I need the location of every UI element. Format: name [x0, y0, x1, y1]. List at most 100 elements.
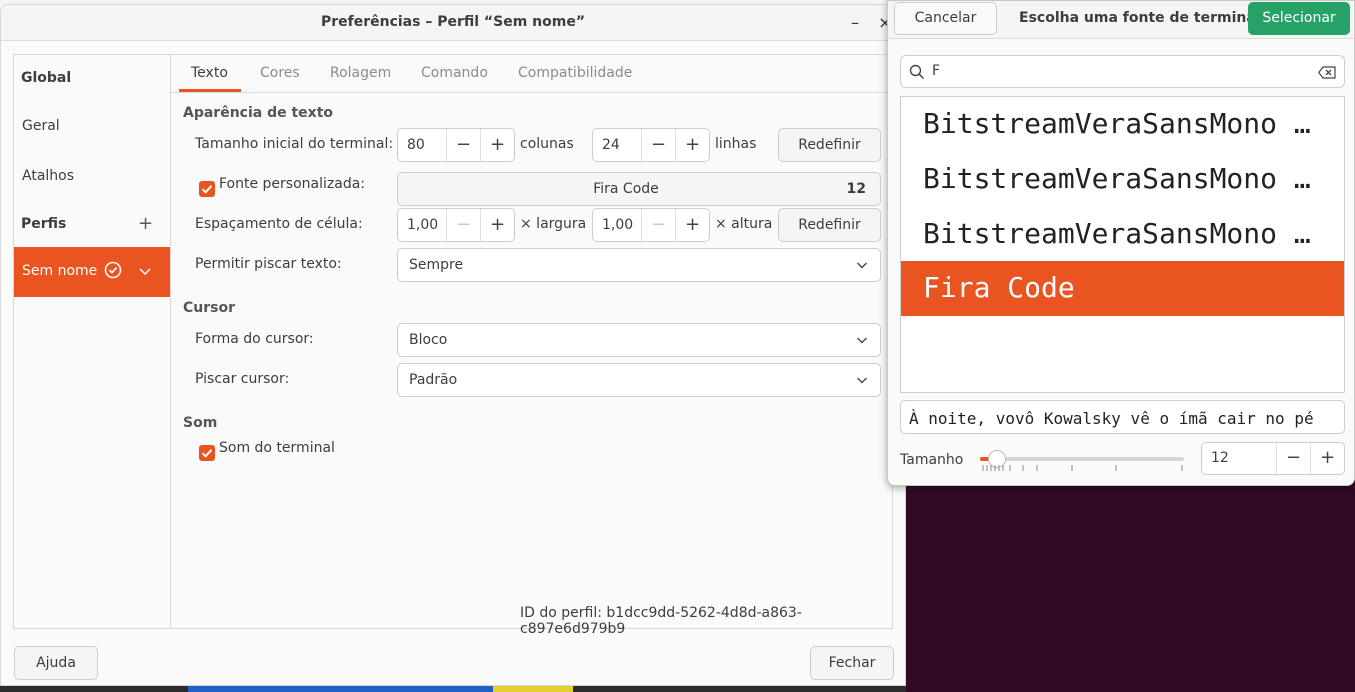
font-list-item-name: BitstreamVeraSansMono …: [923, 217, 1311, 250]
cursor-blink-value: Padrão: [409, 372, 458, 388]
font-list: BitstreamVeraSansMono … BitstreamVeraSan…: [900, 96, 1345, 393]
sidebar-item-shortcuts[interactable]: Atalhos: [22, 168, 74, 184]
dialog-header: Cancelar Escolha uma fonte de terminal S…: [888, 1, 1354, 39]
font-list-item-name: BitstreamVeraSansMono …: [923, 107, 1311, 140]
font-preview-field[interactable]: À noite, vovô Kowalsky vê o ímã cair no …: [900, 400, 1345, 434]
reset-spacing-button[interactable]: Redefinir: [778, 208, 881, 242]
cell-height-decrement-button[interactable]: −: [641, 209, 675, 241]
terminal-bell-label: Som do terminal: [219, 440, 335, 456]
tab-compatibility[interactable]: Compatibilidade: [518, 65, 632, 81]
font-list-item-name: Fira Code: [923, 271, 1075, 304]
tab-scrolling[interactable]: Rolagem: [330, 65, 391, 81]
custom-font-label: Fonte personalizada:: [219, 176, 366, 192]
cursor-shape-dropdown[interactable]: Bloco: [397, 323, 881, 357]
rows-decrement-button[interactable]: −: [641, 129, 675, 161]
columns-unit: colunas: [520, 136, 574, 152]
search-input[interactable]: F: [932, 63, 940, 79]
cursor-blink-dropdown[interactable]: Padrão: [397, 363, 881, 397]
font-chooser-button[interactable]: Fira Code 12: [397, 172, 881, 206]
size-slider-trough: [980, 457, 1184, 461]
profile-id-label: ID do perfil:: [520, 605, 602, 621]
sound-header: Som: [183, 415, 218, 431]
rows-increment-button[interactable]: +: [675, 129, 709, 161]
initial-size-label: Tamanho inicial do terminal:: [195, 136, 394, 152]
blink-text-value: Sempre: [409, 257, 464, 273]
cell-height-unit: × altura: [715, 216, 773, 232]
columns-decrement-button[interactable]: −: [446, 129, 480, 161]
size-value[interactable]: 12: [1211, 450, 1229, 466]
cell-width-spinner[interactable]: 1,00 − +: [397, 208, 515, 242]
select-button[interactable]: Selecionar: [1248, 2, 1350, 35]
cell-width-unit: × largura: [520, 216, 587, 232]
blink-text-dropdown[interactable]: Sempre: [397, 248, 881, 282]
preferences-window: Preferências – Perfil “Sem nome” – × Glo…: [0, 4, 906, 686]
size-slider-ticks: [982, 465, 1183, 471]
font-list-item[interactable]: BitstreamVeraSansMono …: [901, 207, 1344, 262]
font-list-item-selected[interactable]: Fira Code: [901, 261, 1344, 316]
font-size: 12: [846, 181, 866, 197]
desktop-background: [906, 480, 1355, 692]
columns-value[interactable]: 80: [407, 137, 425, 153]
font-preview-text[interactable]: À noite, vovô Kowalsky vê o ímã cair no …: [909, 409, 1314, 428]
default-check-icon: [104, 261, 122, 279]
cancel-button[interactable]: Cancelar: [894, 2, 997, 35]
titlebar: Preferências – Perfil “Sem nome” – ×: [1, 5, 905, 41]
blink-text-label: Permitir piscar texto:: [195, 256, 342, 272]
size-slider[interactable]: [980, 449, 1184, 475]
size-decrement-button[interactable]: −: [1276, 443, 1310, 474]
cell-spacing-label: Espaçamento de célula:: [195, 216, 363, 232]
custom-font-checkbox[interactable]: [199, 181, 215, 197]
font-list-item[interactable]: BitstreamVeraSansMono …: [901, 152, 1344, 207]
minimize-button[interactable]: –: [843, 11, 867, 35]
close-window-button[interactable]: Fechar: [810, 646, 894, 680]
clear-search-icon[interactable]: [1318, 66, 1336, 79]
cell-width-increment-button[interactable]: +: [480, 209, 514, 241]
cell-width-decrement-button[interactable]: −: [446, 209, 480, 241]
size-increment-button[interactable]: +: [1310, 443, 1344, 474]
text-appearance-header: Aparência de texto: [183, 105, 334, 121]
add-profile-button[interactable]: +: [138, 215, 153, 233]
tab-bar: Texto Cores Rolagem Comando Compatibilid…: [171, 55, 893, 93]
cell-height-spinner[interactable]: 1,00 − +: [592, 208, 710, 242]
profile-name: Sem nome: [22, 263, 98, 279]
cursor-header: Cursor: [183, 300, 236, 316]
checkmark-icon: [201, 185, 213, 194]
tab-colors[interactable]: Cores: [260, 65, 300, 81]
chevron-down-icon: [857, 337, 867, 344]
cursor-blink-label: Piscar cursor:: [195, 371, 290, 387]
columns-spinner[interactable]: 80 − +: [397, 128, 515, 162]
size-label: Tamanho: [900, 452, 964, 468]
columns-increment-button[interactable]: +: [480, 129, 514, 161]
sidebar-item-profile[interactable]: Sem nome: [14, 247, 170, 297]
sidebar-item-general[interactable]: Geral: [22, 118, 60, 134]
profile-id: ID do perfil: b1dcc9dd-5262-4d8d-a863-c8…: [520, 605, 892, 637]
help-button[interactable]: Ajuda: [14, 646, 98, 680]
dialog-title: Escolha uma fonte de terminal: [1019, 10, 1261, 26]
taskbar-strip: [0, 686, 906, 692]
size-spinner[interactable]: 12 − +: [1201, 442, 1345, 475]
tab-text[interactable]: Texto: [191, 65, 228, 81]
checkmark-icon: [201, 449, 213, 458]
profile-menu-chevron-icon[interactable]: [138, 264, 152, 278]
font-search-box[interactable]: F: [900, 55, 1345, 88]
chevron-down-icon: [857, 377, 867, 384]
profile-settings-panel: Texto Cores Rolagem Comando Compatibilid…: [171, 54, 893, 637]
terminal-bell-checkbox[interactable]: [199, 445, 215, 461]
reset-size-button[interactable]: Redefinir: [778, 128, 881, 162]
chevron-down-icon: [857, 262, 867, 269]
font-list-item[interactable]: BitstreamVeraSansMono …: [901, 97, 1344, 152]
active-tab-indicator: [179, 89, 241, 92]
font-list-item-name: BitstreamVeraSansMono …: [923, 162, 1311, 195]
rows-spinner[interactable]: 24 − +: [592, 128, 710, 162]
window-title: Preferências – Perfil “Sem nome”: [320, 14, 586, 30]
rows-value[interactable]: 24: [602, 137, 620, 153]
cell-height-increment-button[interactable]: +: [675, 209, 709, 241]
sidebar-profiles-header: Perfis: [21, 216, 67, 232]
cell-height-value[interactable]: 1,00: [602, 217, 633, 233]
cell-width-value[interactable]: 1,00: [407, 217, 438, 233]
sidebar-global-header: Global: [21, 70, 72, 86]
cursor-shape-value: Bloco: [409, 332, 448, 348]
rows-unit: linhas: [715, 136, 757, 152]
font-name: Fira Code: [593, 181, 659, 197]
tab-command[interactable]: Comando: [421, 65, 488, 81]
